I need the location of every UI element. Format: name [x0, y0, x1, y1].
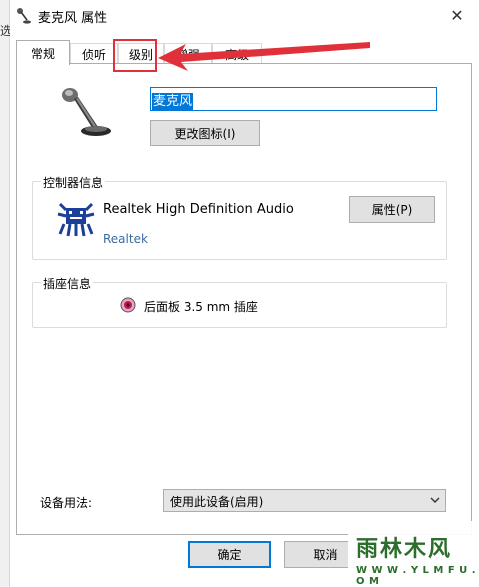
- window-title: 麦克风 属性: [38, 11, 108, 26]
- close-button[interactable]: ✕: [435, 0, 479, 30]
- jack-info-label: 插座信息: [41, 275, 94, 292]
- microphone-icon: [17, 8, 31, 24]
- jack-description: 后面板 3.5 mm 插座: [144, 300, 258, 314]
- device-name-value: 麦克风: [152, 93, 194, 110]
- watermark-logo: 雨林木风 W W W . Y L M F U . C O M: [348, 521, 479, 587]
- change-icon-button[interactable]: 更改图标(I): [150, 120, 260, 146]
- close-icon: ✕: [450, 5, 464, 25]
- device-name-input[interactable]: 麦克风: [150, 87, 437, 111]
- tab-general[interactable]: 常规: [16, 40, 70, 65]
- watermark-url: W W W . Y L M F U . C O M: [356, 565, 479, 587]
- microphone-properties-dialog: 麦克风 属性 ✕ 常规 侦听 级别 增强 高级 麦克风 更改图标(I) 控制器信…: [10, 0, 479, 587]
- controller-info-label: 控制器信息: [41, 174, 106, 191]
- title-bar: 麦克风 属性 ✕: [10, 0, 479, 32]
- device-usage-select[interactable]: 使用此设备(启用): [163, 489, 446, 512]
- realtek-crab-icon: [57, 202, 95, 237]
- controller-vendor-link[interactable]: Realtek: [103, 232, 148, 246]
- annotation-arrow-icon: [158, 42, 370, 71]
- ok-button[interactable]: 确定: [188, 541, 271, 568]
- microphone-device-icon: [62, 88, 111, 136]
- chevron-down-icon: [430, 497, 440, 503]
- tab-listen[interactable]: 侦听: [70, 43, 118, 64]
- device-usage-label: 设备用法:: [40, 496, 93, 510]
- controller-properties-button[interactable]: 属性(P): [349, 196, 435, 223]
- jack-color-icon: [120, 297, 136, 313]
- watermark-text: 雨林木风: [356, 537, 453, 562]
- background-window-edge: 选: [0, 0, 12, 587]
- controller-name: Realtek High Definition Audio: [103, 202, 294, 217]
- device-usage-value: 使用此设备(启用): [170, 495, 264, 509]
